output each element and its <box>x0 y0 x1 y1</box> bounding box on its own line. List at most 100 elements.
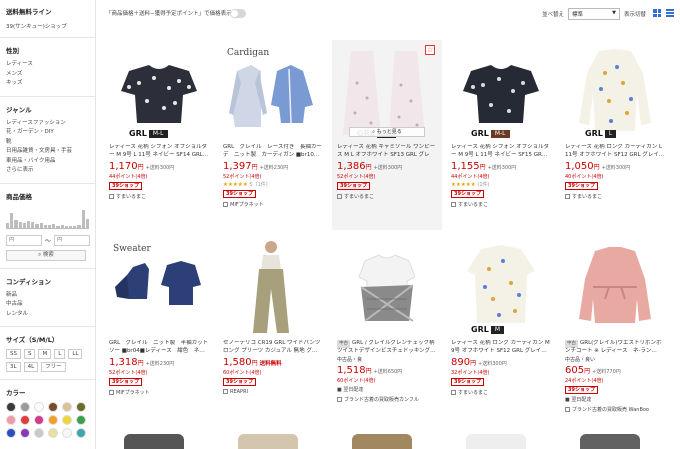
genre-item[interactable]: 日用品雑貨・文房具・手芸 <box>6 147 89 157</box>
color-swatch[interactable] <box>76 402 86 412</box>
size-option[interactable]: 3L <box>6 362 21 372</box>
shop-link[interactable]: すまいるまこ <box>451 389 551 396</box>
product-image[interactable]: GRL M-L <box>109 43 209 141</box>
price-search-button[interactable]: ⌕ 検索 <box>6 249 86 261</box>
genre-show-more[interactable]: さらに表示 <box>6 166 89 176</box>
color-swatch[interactable] <box>6 402 16 412</box>
price-display-toggle[interactable] <box>230 9 246 18</box>
color-swatch[interactable] <box>20 428 30 438</box>
color-swatch[interactable] <box>76 415 86 425</box>
size-option[interactable]: L <box>54 349 66 359</box>
product-name[interactable]: GRL グレイル ニット製 半袖カットソー ■br04■レディース 紺色 ネ… <box>109 340 209 355</box>
product-name[interactable]: レディース 花柄 シフォン オフショルダー M 9号 L 11号 ネイビー SF… <box>451 144 551 159</box>
product-image-partial[interactable] <box>466 434 526 449</box>
shop-link[interactable]: すまいるまこ <box>109 193 209 200</box>
product-image[interactable]: Cardigan <box>223 43 323 141</box>
shop-link[interactable]: すまいるまこ <box>337 193 437 200</box>
color-swatch[interactable] <box>48 415 58 425</box>
favorite-star-icon[interactable]: ☆ <box>425 45 435 55</box>
size-option[interactable]: SS <box>6 349 21 359</box>
color-swatch[interactable] <box>6 415 16 425</box>
color-swatch[interactable] <box>20 402 30 412</box>
size-option[interactable]: LL <box>68 349 83 359</box>
genre-item[interactable]: 靴 <box>6 138 89 148</box>
product-card[interactable]: GRL M-L レディース 花柄 シフォン オフショルダー M 9号 L 11号 ネ… <box>104 40 214 230</box>
product-image[interactable] <box>337 239 437 337</box>
shipping-fee: +送料300円 <box>478 361 507 367</box>
price-currency: 円 <box>593 164 600 171</box>
product-name[interactable]: レディース 花柄 キャミソール ワンピース M L オフホワイト SF13 GR… <box>337 144 437 159</box>
shop-link[interactable]: すまいるまこ <box>565 193 665 200</box>
color-swatch[interactable] <box>62 415 72 425</box>
product-image[interactable]: GRL M-L <box>451 43 551 141</box>
color-swatch[interactable] <box>34 428 44 438</box>
product-image[interactable]: Sweater <box>109 239 209 337</box>
color-swatch[interactable] <box>34 415 44 425</box>
condition-item-rental[interactable]: レンタル <box>6 310 89 320</box>
shop-link[interactable]: REAPRI <box>223 389 323 395</box>
product-image-partial[interactable] <box>352 434 412 449</box>
product-name-text: GRL / グレイルグレンチェック柄ツイストデザインビスチェドッキング… <box>337 340 436 354</box>
see-more-button[interactable]: ⌕ もっと見る <box>349 127 425 137</box>
rating[interactable]: ★★★★★ (1件) <box>451 181 551 188</box>
product-card[interactable]: GRL L レディース 花柄 ロング カーディガン L 11号 オフホワイト SF1… <box>560 40 670 230</box>
product-name[interactable]: 中古 GRL / グレイルグレンチェック柄ツイストデザインビスチェドッキング… <box>337 340 437 355</box>
see-more-label: もっと見る <box>376 129 402 135</box>
shop-link[interactable]: すまいるまこ <box>451 201 551 208</box>
product-card[interactable]: 中古 GRL / グレイルグレンチェック柄ツイストデザインビスチェドッキング… 中古… <box>332 236 442 426</box>
product-image[interactable]: GRLM-L☆⌕ もっと見る <box>337 43 437 141</box>
color-swatch[interactable] <box>20 415 30 425</box>
condition-item-new[interactable]: 新品 <box>6 291 89 301</box>
color-swatch[interactable] <box>48 428 58 438</box>
color-swatch[interactable] <box>76 428 86 438</box>
color-swatch[interactable] <box>34 402 44 412</box>
grid-view-icon[interactable] <box>653 9 661 17</box>
divider <box>0 379 95 380</box>
color-swatch[interactable] <box>62 402 72 412</box>
gender-item-mens[interactable]: メンズ <box>6 70 89 80</box>
size-option[interactable]: 4L <box>23 362 39 372</box>
product-image-partial[interactable] <box>124 434 184 449</box>
color-swatch[interactable] <box>62 428 72 438</box>
size-option[interactable]: フリー <box>41 362 66 372</box>
condition-item-used[interactable]: 中古品 <box>6 300 89 310</box>
list-view-icon[interactable] <box>666 9 674 17</box>
price-max-input[interactable] <box>54 234 91 246</box>
product-image-partial[interactable] <box>580 434 640 449</box>
product-card[interactable]: セノーテリコ CR19 GRL ワイドパンツ ロング プリーツ カジュアル 無地… <box>218 236 328 426</box>
genre-item[interactable]: 花・ガーデン・DIY <box>6 128 89 138</box>
genre-item[interactable]: 車用品・バイク用品 <box>6 157 89 167</box>
product-image[interactable]: GRL L <box>565 43 665 141</box>
product-card[interactable]: 中古 GRL(グレイル)ウエストリボンボンチコート ※ レディース ネ-ラン… 中古… <box>560 236 670 426</box>
gender-item-ladies[interactable]: レディース <box>6 60 89 70</box>
product-image[interactable] <box>223 239 323 337</box>
gender-item-kids[interactable]: キッズ <box>6 79 89 89</box>
size-option[interactable]: S <box>23 349 36 359</box>
shop-link[interactable]: ブランド古着の買取販売カンフル <box>337 396 437 403</box>
color-swatch[interactable] <box>48 402 58 412</box>
product-card[interactable]: GRL M-L レディース 花柄 シフォン オフショルダー M 9号 L 11号 ネ… <box>446 40 556 230</box>
product-card[interactable]: Cardigan GRL グレイル レース付き 長袖カーデ ニット製 カーディガン… <box>218 40 328 230</box>
rating[interactable]: ★★★★★ 5（1件） <box>223 181 323 188</box>
product-name[interactable]: セノーテリコ CR19 GRL ワイドパンツ ロング プリーツ カジュアル 無地… <box>223 340 323 355</box>
product-name[interactable]: レディース 花柄 ロング カーディガン L 11号 オフホワイト SF12 GR… <box>565 144 665 159</box>
sort-select[interactable]: 標準 ▼ <box>568 8 620 20</box>
shipping-line-option[interactable]: 39(サンキュー)ショップ <box>6 22 89 30</box>
product-name[interactable]: レディース 花柄 ロング カーディガン M 9号 オフホワイト SF12 GRL… <box>451 340 551 355</box>
product-name[interactable]: レディース 花柄 シフォン オフショルダー M 9号 L 11号 ネイビー SF… <box>109 144 209 159</box>
product-card[interactable]: Sweater GRL グレイル ニット製 半袖カットソー ■br04■レディース… <box>104 236 214 426</box>
product-name[interactable]: 中古 GRL(グレイル)ウエストリボンボンチコート ※ レディース ネ-ラン… <box>565 340 665 355</box>
shop-link[interactable]: MIFプラネット <box>109 389 209 396</box>
product-card[interactable]: GRL M レディース 花柄 ロング カーディガン M 9号 オフホワイト SF12… <box>446 236 556 426</box>
shop-link[interactable]: MIFプラネット <box>223 201 323 208</box>
genre-item[interactable]: レディースファッション <box>6 119 89 129</box>
product-name[interactable]: GRL グレイル レース付き 長袖カーデ ニット製 カーディガン ■br10… <box>223 144 323 159</box>
shop-link[interactable]: ブランド古着の買取販売 WanBoo <box>565 406 665 413</box>
product-image[interactable]: GRL M <box>451 239 551 337</box>
color-swatch[interactable] <box>6 428 16 438</box>
product-image-partial[interactable] <box>238 434 298 449</box>
product-card[interactable]: GRLM-L☆⌕ もっと見るレディース 花柄 キャミソール ワンピース M L … <box>332 40 442 230</box>
size-option[interactable]: M <box>38 349 52 359</box>
price-min-input[interactable] <box>6 234 42 246</box>
product-image[interactable] <box>565 239 665 337</box>
